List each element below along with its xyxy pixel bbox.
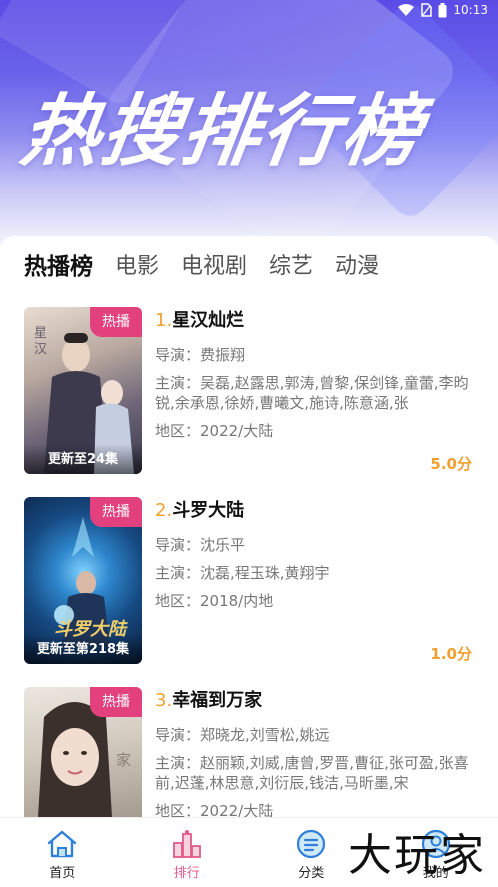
item-title[interactable]: 2.斗罗大陆 (155, 497, 485, 527)
title-text: 星汉灿烂 (172, 310, 245, 331)
wifi-icon (398, 4, 415, 16)
cast-line: 主演：沈磊,程玉珠,黄翔宇 (155, 564, 330, 582)
cast-line: 主演：赵丽颖,刘威,唐曾,罗晋,曹征,张可盈,张喜前,迟蓬,林思意,刘衍辰,钱洁… (155, 754, 469, 792)
category-tabs: 热播榜 电影 电视剧 综艺 动漫 (24, 250, 379, 284)
svg-text:家: 家 (116, 751, 131, 769)
rank-number: 1. (155, 310, 173, 331)
tab-anime[interactable]: 动漫 (335, 250, 379, 284)
banner-title: 热搜排行榜 (15, 87, 429, 177)
home-icon (45, 827, 79, 861)
hot-badge: 热播 (90, 307, 142, 337)
item-title[interactable]: 3.幸福到万家 (155, 687, 485, 717)
svg-text:星: 星 (34, 326, 47, 341)
item-title[interactable]: 1.星汉灿烂 (155, 307, 485, 337)
header-banner: 热搜排行榜 (0, 0, 498, 245)
category-icon (294, 827, 328, 861)
poster-image[interactable]: 家 热播 (24, 687, 142, 817)
list-item[interactable]: 斗罗大陆 热播 更新至第218集 2.斗罗大陆 导演：沈乐平 主演：沈磊,程玉珠… (0, 497, 498, 687)
hot-badge: 热播 (90, 687, 142, 717)
tab-variety[interactable]: 综艺 (269, 250, 313, 284)
list-item[interactable]: 星 汉 热播 更新至24集 1.星汉灿烂 导演：费振翔 主演：吴磊,赵露思,郭涛… (0, 307, 498, 497)
item-info: 3.幸福到万家 导演：郑晓龙,刘雪松,姚远 主演：赵丽颖,刘威,唐曾,罗晋,曹征… (155, 687, 485, 821)
director-line: 导演：费振翔 (155, 346, 246, 364)
ranking-list: 星 汉 热播 更新至24集 1.星汉灿烂 导演：费振翔 主演：吴磊,赵露思,郭涛… (0, 307, 498, 877)
region-line: 地区：2018/内地 (155, 592, 274, 610)
svg-text:汉: 汉 (34, 342, 47, 357)
nav-label: 排行 (173, 866, 200, 881)
item-info: 2.斗罗大陆 导演：沈乐平 主演：沈磊,程玉珠,黄翔宇 地区：2018/内地 (155, 497, 485, 611)
poster-image[interactable]: 星 汉 热播 更新至24集 (24, 307, 142, 474)
tab-movie[interactable]: 电影 (115, 250, 159, 284)
director-line: 导演：郑晓龙,刘雪松,姚远 (155, 726, 330, 744)
tab-hot[interactable]: 热播榜 (24, 250, 93, 284)
status-bar: 10:13 (398, 0, 488, 20)
rank-number: 2. (155, 500, 173, 521)
nav-label: 首页 (49, 866, 76, 881)
nav-ranking[interactable]: 排行 (125, 818, 250, 887)
status-time: 10:13 (453, 3, 488, 17)
hot-badge: 热播 (90, 497, 142, 527)
region-line: 地区：2022/大陆 (155, 422, 274, 440)
tab-tv-series[interactable]: 电视剧 (181, 250, 247, 284)
score-label: 5.0分 (430, 455, 472, 473)
battery-icon (438, 2, 447, 18)
episode-count: 更新至24集 (24, 444, 142, 474)
watermark-text: 大玩家 (348, 830, 486, 881)
rank-number: 3. (155, 690, 173, 711)
title-text: 斗罗大陆 (172, 500, 245, 521)
title-text: 幸福到万家 (172, 690, 263, 711)
cast-line: 主演：吴磊,赵露思,郭涛,曾黎,保剑锋,童蕾,李昀锐,余承恩,徐娇,曹曦文,施诗… (155, 374, 469, 412)
nav-home[interactable]: 首页 (0, 818, 125, 887)
ranking-icon (170, 827, 204, 861)
no-sim-icon (420, 3, 433, 17)
score-label: 1.0分 (430, 645, 472, 663)
episode-count: 更新至第218集 (24, 634, 142, 664)
nav-label: 分类 (298, 866, 325, 881)
item-info: 1.星汉灿烂 导演：费振翔 主演：吴磊,赵露思,郭涛,曾黎,保剑锋,童蕾,李昀锐… (155, 307, 485, 441)
director-line: 导演：沈乐平 (155, 536, 246, 554)
poster-image[interactable]: 斗罗大陆 热播 更新至第218集 (24, 497, 142, 664)
